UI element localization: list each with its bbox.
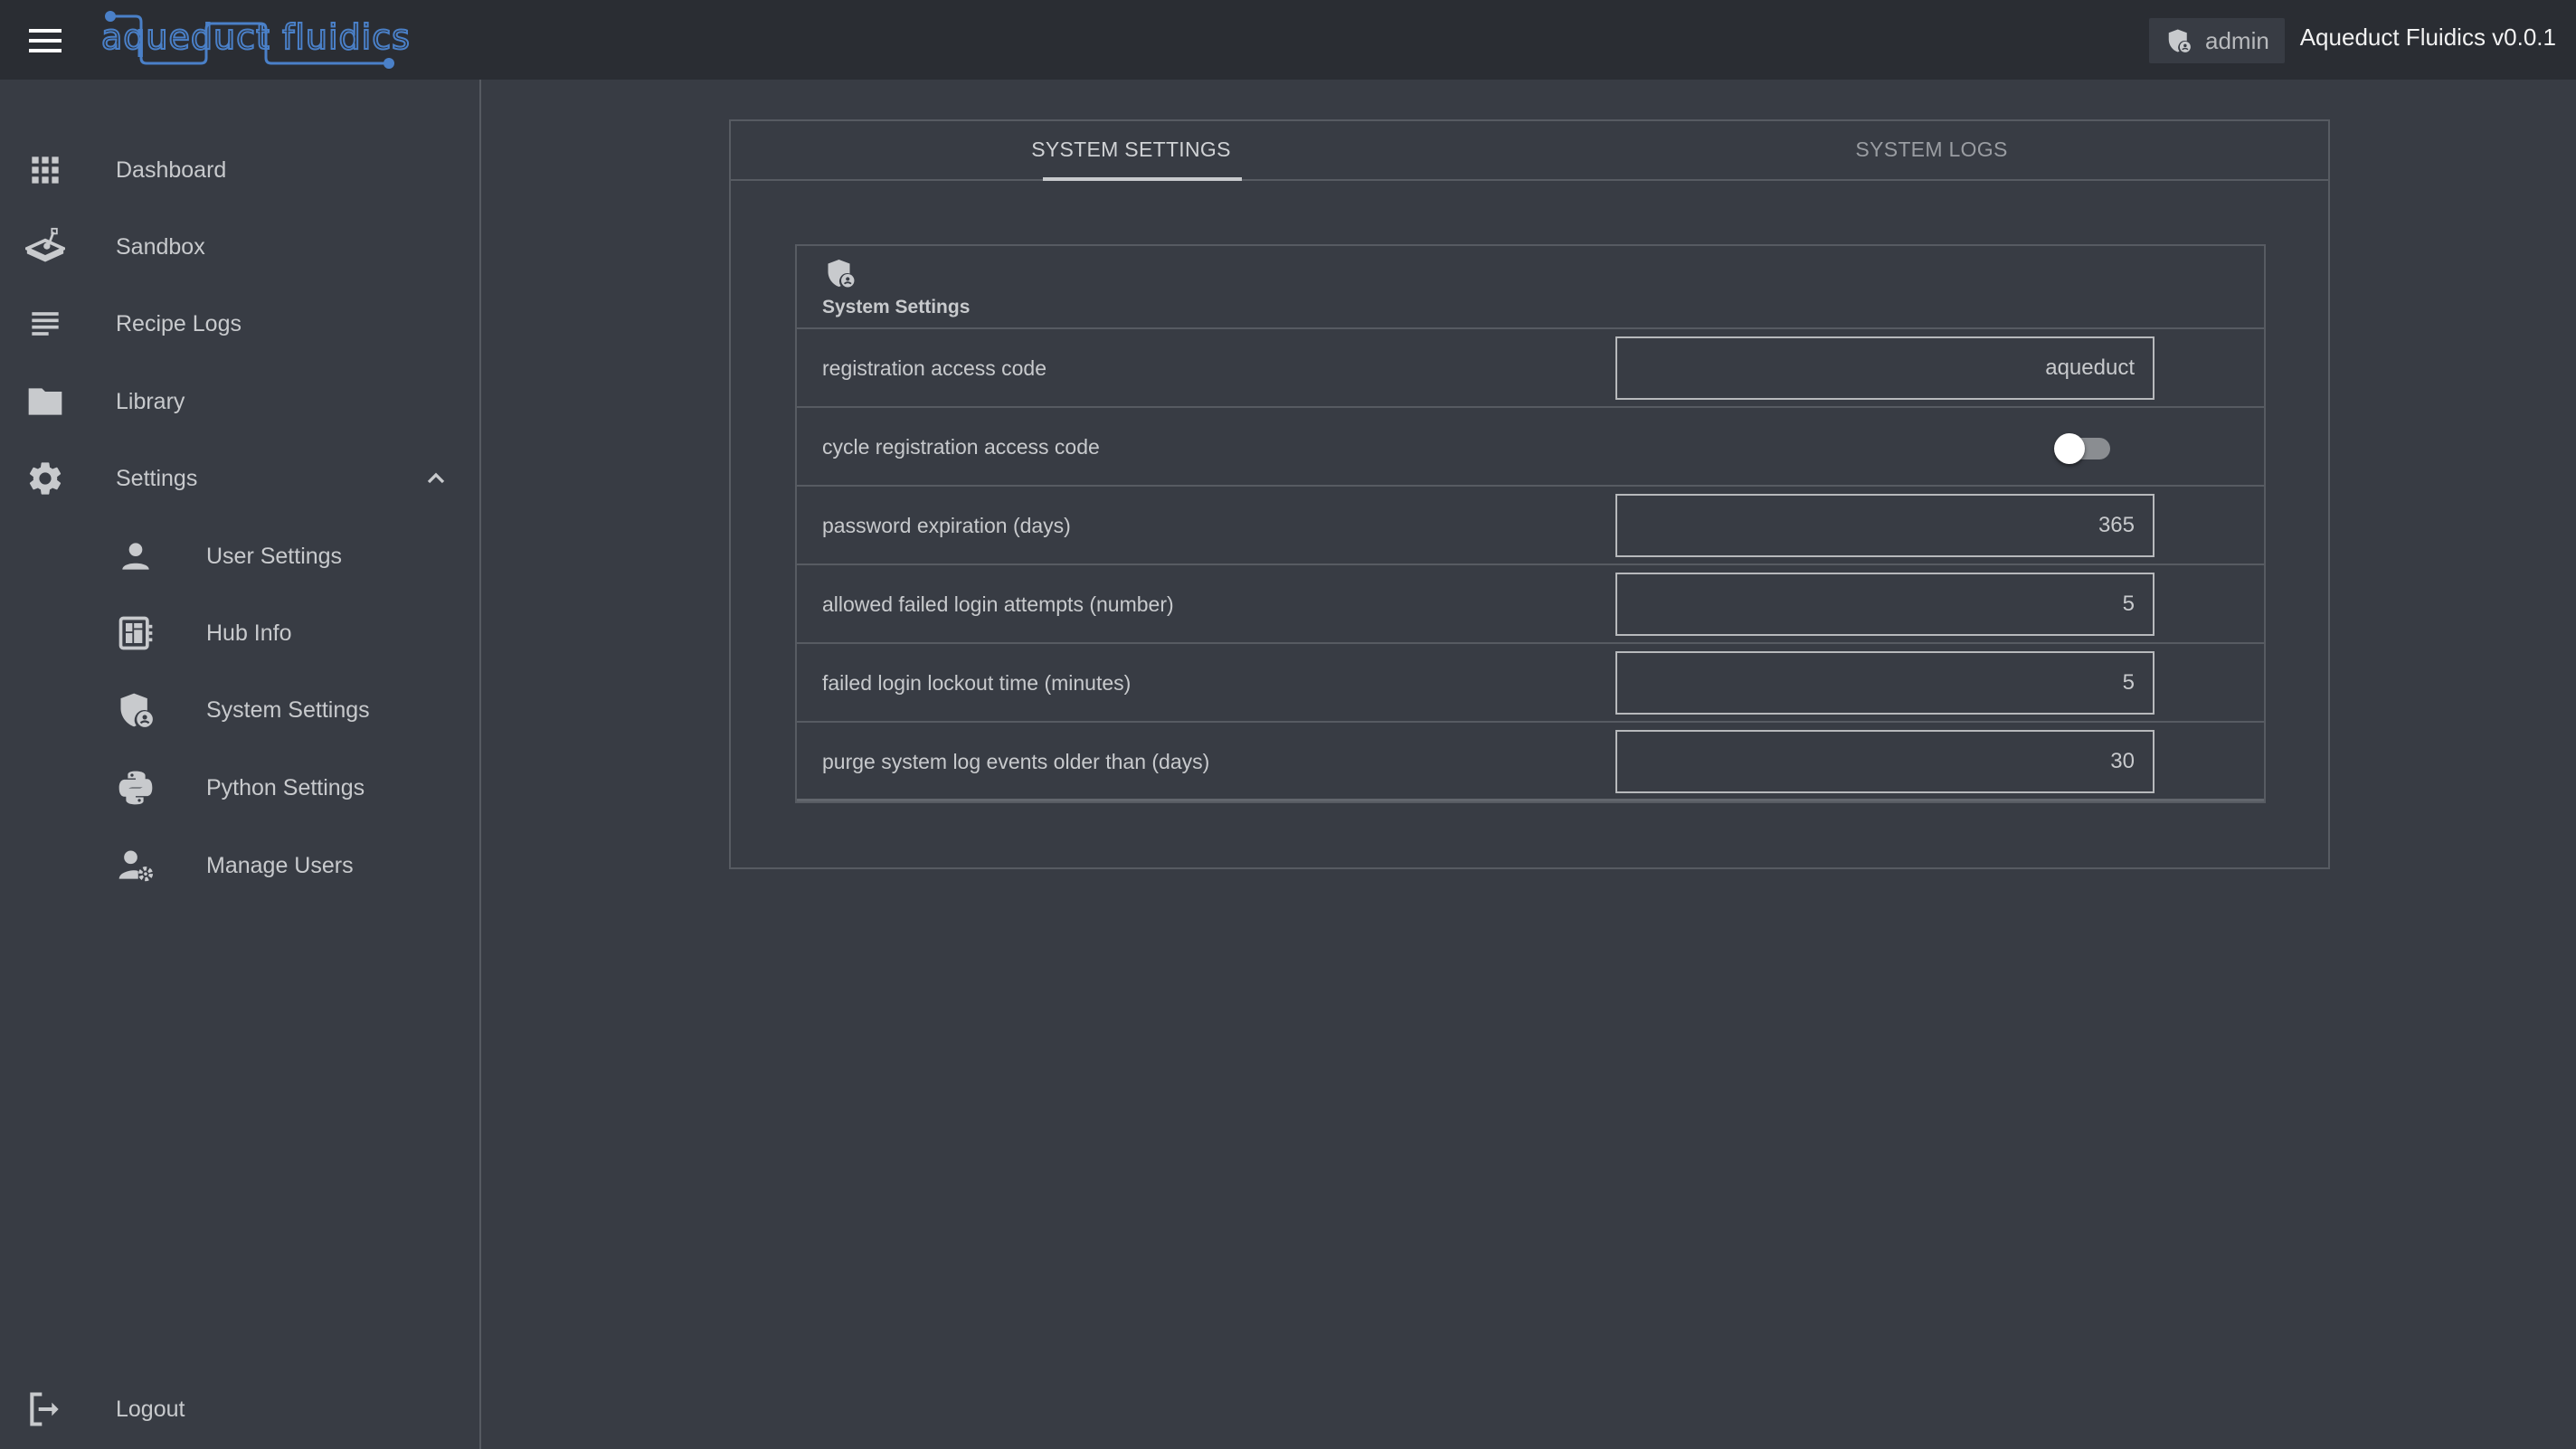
logout-icon bbox=[30, 1392, 59, 1426]
gear-icon bbox=[29, 462, 62, 495]
cycle-registration-access-code-toggle[interactable] bbox=[2054, 433, 2112, 464]
sidebar-item-settings[interactable]: Settings bbox=[0, 442, 479, 515]
sidebar-item-label: Dashboard bbox=[116, 156, 227, 183]
system-tabs-panel: SYSTEM SETTINGS SYSTEM LOGS System Setti… bbox=[729, 119, 2330, 869]
tab-label: SYSTEM LOGS bbox=[1855, 137, 2008, 161]
tab-system-logs[interactable]: SYSTEM LOGS bbox=[1531, 121, 2332, 181]
sidebar-item-user-settings[interactable]: User Settings bbox=[0, 520, 479, 592]
tab-system-settings[interactable]: SYSTEM SETTINGS bbox=[731, 121, 1531, 181]
purge-system-log-events-input[interactable] bbox=[1615, 730, 2155, 793]
sidebar-item-sandbox[interactable]: Sandbox bbox=[0, 211, 479, 283]
sidebar-item-logout[interactable]: Logout bbox=[0, 1373, 479, 1445]
tab-bar: SYSTEM SETTINGS SYSTEM LOGS bbox=[731, 121, 2328, 181]
setting-row-purge-system-log-events: purge system log events older than (days… bbox=[797, 723, 2264, 801]
setting-label: cycle registration access code bbox=[822, 435, 1100, 459]
sidebar-item-label: Sandbox bbox=[116, 233, 205, 260]
setting-row-failed-login-lockout-time: failed login lockout time (minutes) bbox=[797, 644, 2264, 723]
sidebar-item-label: System Settings bbox=[206, 696, 370, 723]
chevron-up-icon[interactable] bbox=[421, 464, 450, 493]
active-tab-indicator bbox=[1043, 177, 1242, 181]
sidebar-item-manage-users[interactable]: Manage Users bbox=[0, 829, 479, 902]
sidebar-item-hub-info[interactable]: Hub Info bbox=[0, 597, 479, 669]
notes-lines-icon bbox=[32, 312, 59, 336]
sidebar: Dashboard Sandbox Recipe Logs Library Se… bbox=[0, 80, 481, 1449]
sandbox-icon bbox=[25, 227, 65, 262]
person-icon bbox=[122, 543, 149, 570]
admin-shield-user-icon bbox=[2168, 29, 2191, 52]
python-icon bbox=[118, 771, 153, 805]
setting-row-password-expiration: password expiration (days) bbox=[797, 487, 2264, 565]
registration-access-code-input[interactable] bbox=[1615, 336, 2155, 400]
sidebar-item-label: Hub Info bbox=[206, 620, 292, 646]
sidebar-item-label: Logout bbox=[116, 1396, 185, 1422]
sidebar-item-label: Python Settings bbox=[206, 774, 365, 800]
allowed-failed-login-attempts-input[interactable] bbox=[1615, 573, 2155, 636]
setting-label: failed login lockout time (minutes) bbox=[822, 671, 1132, 695]
apps-grid-icon bbox=[32, 156, 59, 184]
sidebar-item-system-settings[interactable]: System Settings bbox=[0, 674, 479, 746]
sidebar-item-label: Manage Users bbox=[206, 852, 354, 878]
aqueduct-fluidics-logo[interactable]: aqueduct fluidics bbox=[101, 7, 445, 72]
card-header: System Settings bbox=[797, 246, 2264, 329]
setting-label: allowed failed login attempts (number) bbox=[822, 592, 1174, 616]
menu-button[interactable] bbox=[27, 25, 63, 54]
sidebar-item-label: Library bbox=[116, 388, 185, 414]
manage-users-icon bbox=[118, 850, 154, 882]
setting-label: password expiration (days) bbox=[822, 514, 1071, 537]
user-chip[interactable]: admin bbox=[2149, 18, 2285, 63]
sidebar-item-recipe-logs[interactable]: Recipe Logs bbox=[0, 288, 479, 360]
app-version: Aqueduct Fluidics v0.0.1 bbox=[2299, 24, 2556, 51]
user-name: admin bbox=[2205, 26, 2269, 54]
sidebar-item-label: Settings bbox=[116, 465, 198, 491]
sidebar-item-library[interactable]: Library bbox=[0, 365, 479, 438]
system-settings-card: System Settings registration access code… bbox=[795, 244, 2266, 803]
hub-board-icon bbox=[118, 616, 153, 650]
admin-shield-user-icon bbox=[120, 693, 153, 727]
logo-text: aqueduct fluidics bbox=[101, 17, 411, 57]
admin-shield-user-icon bbox=[828, 260, 855, 288]
sidebar-item-label: Recipe Logs bbox=[116, 310, 242, 336]
tab-label: SYSTEM SETTINGS bbox=[1031, 137, 1231, 161]
sidebar-item-dashboard[interactable]: Dashboard bbox=[0, 134, 479, 206]
setting-row-allowed-failed-login-attempts: allowed failed login attempts (number) bbox=[797, 565, 2264, 644]
setting-label: purge system log events older than (days… bbox=[822, 750, 1210, 773]
card-title: System Settings bbox=[822, 297, 971, 317]
sidebar-item-python-settings[interactable]: Python Settings bbox=[0, 752, 479, 824]
app-header: aqueduct fluidics admin Aqueduct Fluidic… bbox=[0, 0, 2576, 80]
sidebar-item-label: User Settings bbox=[206, 543, 343, 569]
setting-row-cycle-registration-access-code: cycle registration access code bbox=[797, 408, 2264, 487]
setting-row-registration-access-code: registration access code bbox=[797, 329, 2264, 408]
failed-login-lockout-time-input[interactable] bbox=[1615, 651, 2155, 715]
setting-label: registration access code bbox=[822, 356, 1047, 380]
password-expiration-input[interactable] bbox=[1615, 494, 2155, 557]
hamburger-menu-icon bbox=[27, 29, 63, 52]
folder-icon bbox=[28, 388, 62, 415]
toggle-thumb bbox=[2054, 433, 2085, 464]
